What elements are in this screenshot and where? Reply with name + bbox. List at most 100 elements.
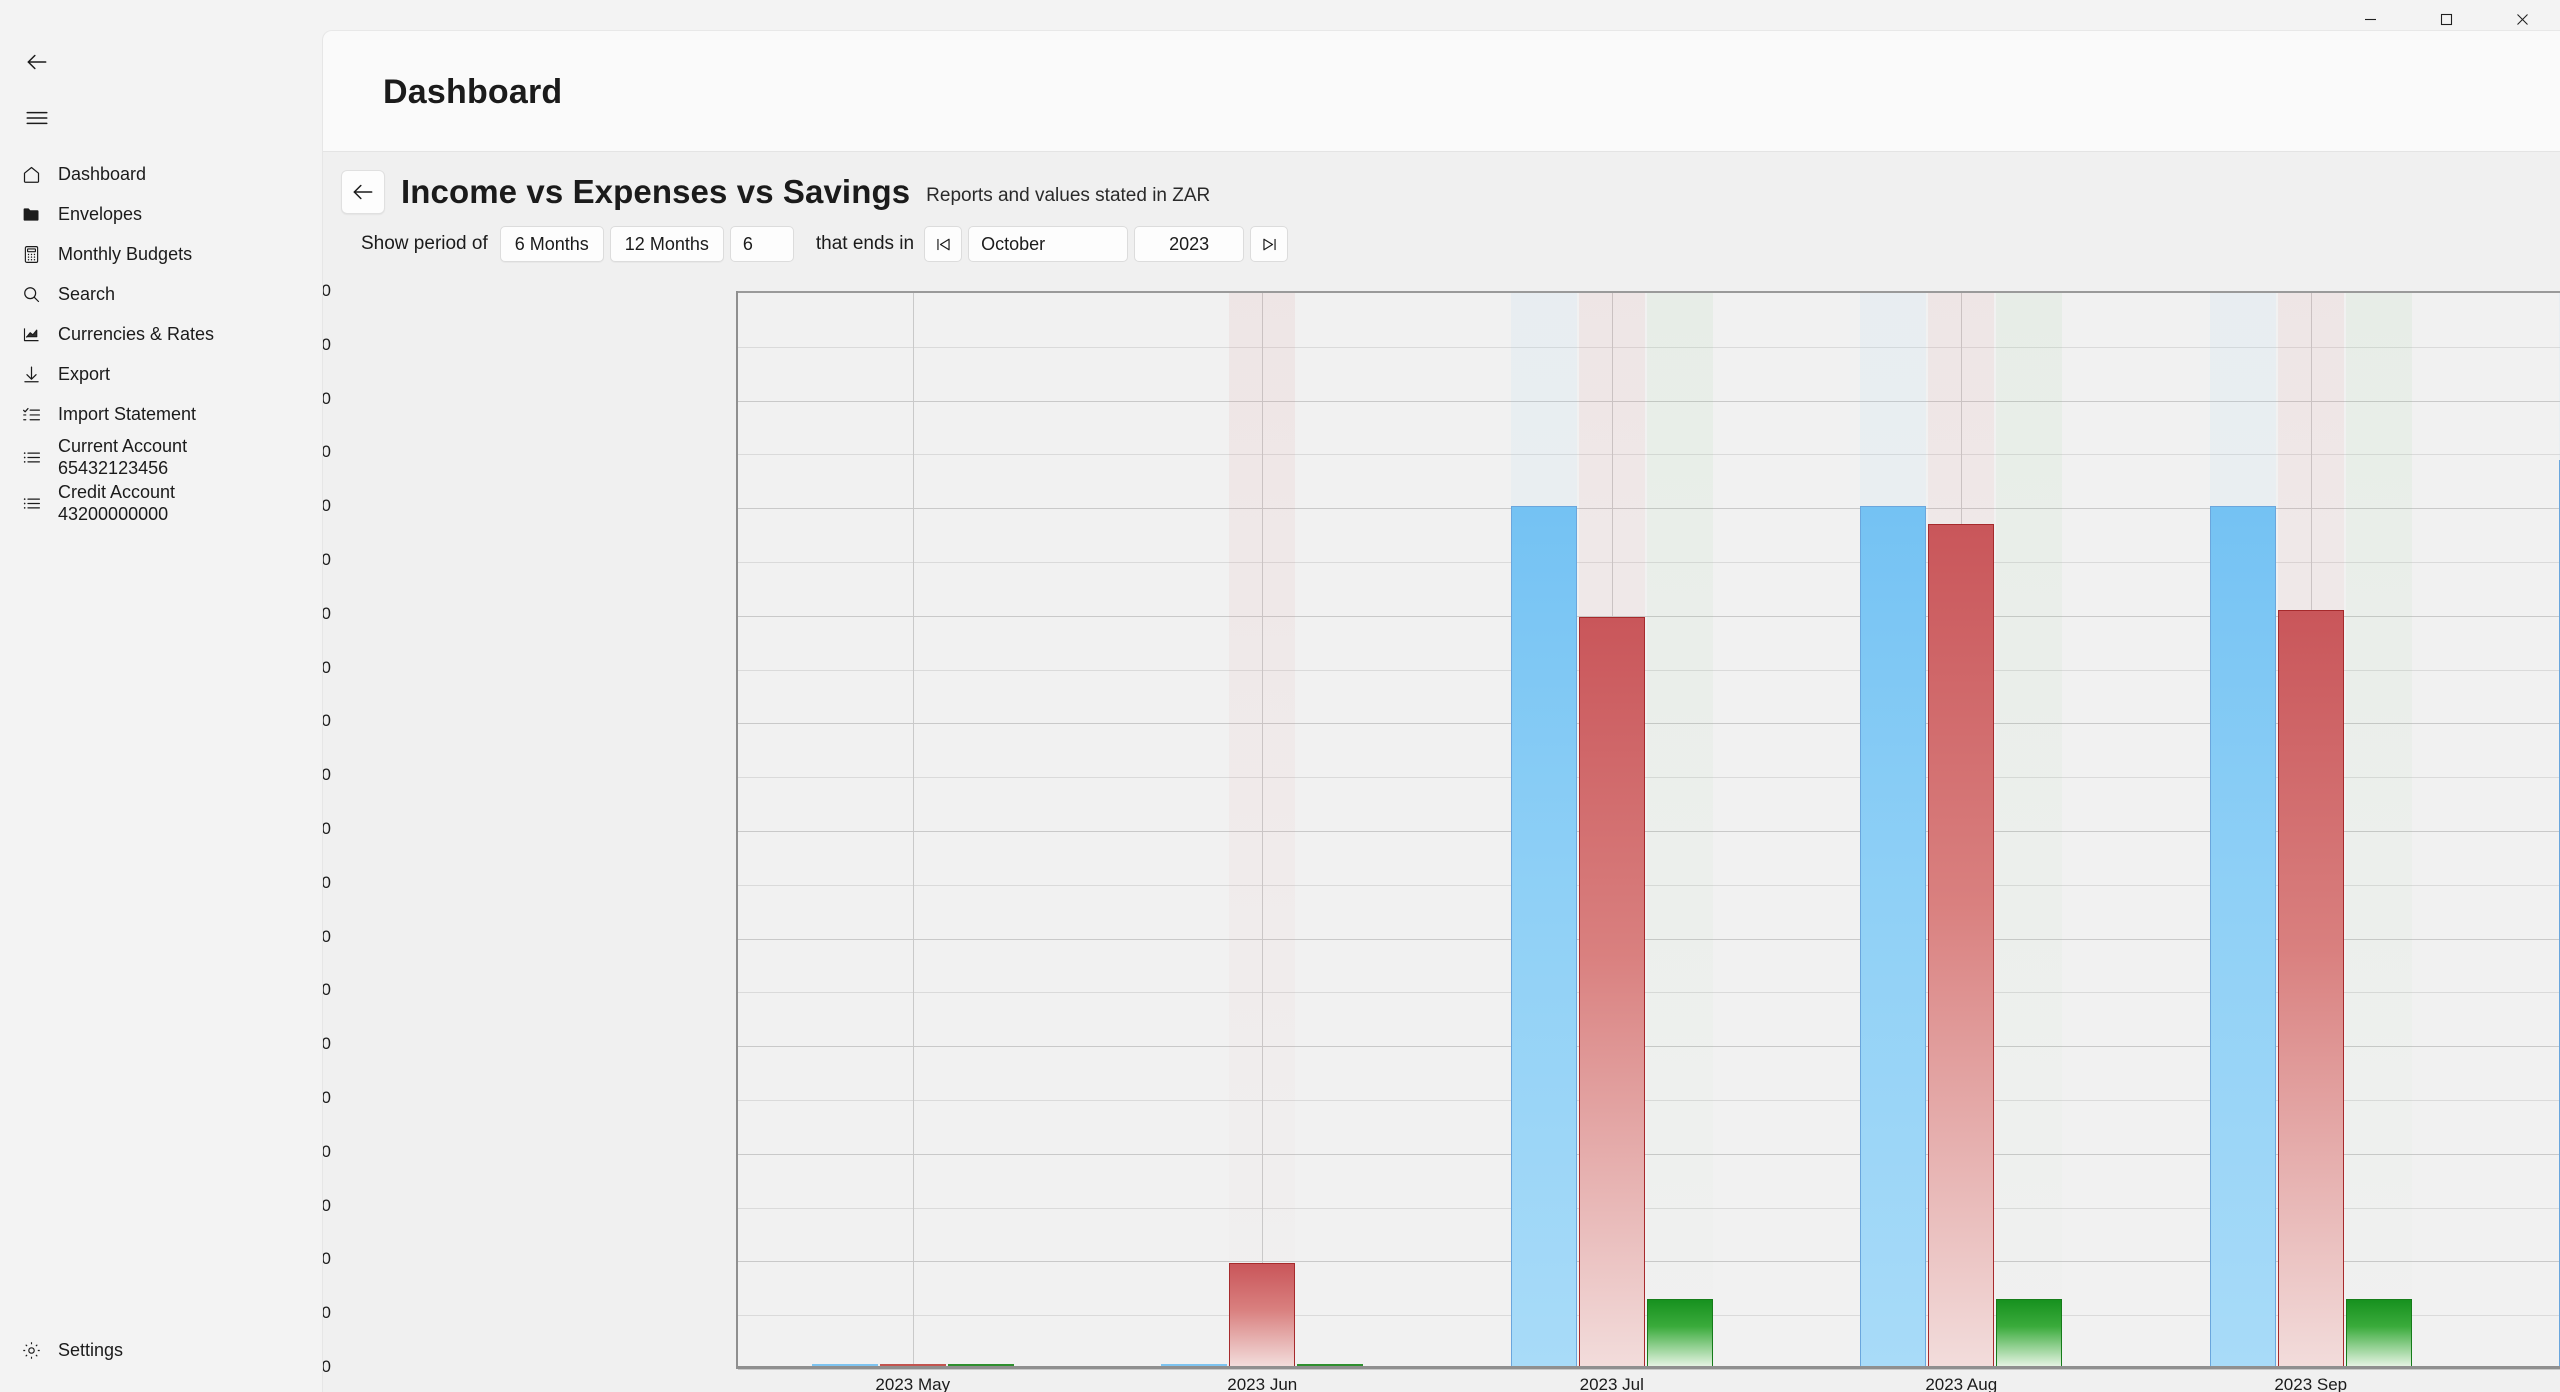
six-months-button[interactable]: 6 Months: [499, 226, 604, 262]
sidebar: Dashboard Envelopes Monthly Budgets Sear…: [0, 0, 322, 1392]
list-icon: [20, 492, 42, 514]
sidebar-item-label: Currencies & Rates: [58, 323, 215, 344]
sidebar-item-monthly-budgets[interactable]: Monthly Budgets: [6, 234, 312, 274]
bar-2023-jul-income[interactable]: [1510, 506, 1577, 1367]
sidebar-item-settings[interactable]: Settings: [6, 1330, 312, 1370]
twelve-months-button[interactable]: 12 Months: [609, 226, 724, 262]
y-axis-tick-label: 4 000.00: [322, 1249, 331, 1269]
bar-highlight-band: [1229, 293, 1296, 1367]
y-axis-tick-label: 26 000.00: [322, 657, 331, 677]
y-axis-tick-label: 28 000.00: [322, 603, 331, 623]
bar-2023-aug-expenses[interactable]: [1928, 523, 1995, 1367]
y-axis-tick-label: 12 000.00: [322, 1034, 331, 1054]
x-axis-line: [736, 1366, 2560, 1369]
year-input[interactable]: 2023: [1134, 226, 1245, 262]
bar-highlight-band: [1646, 293, 1713, 1367]
bar-2023-jun-expenses[interactable]: [1229, 1262, 1296, 1367]
gridline-vertical: [913, 293, 914, 1367]
y-axis-tick-label: 0.00: [322, 1357, 331, 1376]
checklist-icon: [20, 403, 42, 425]
sidebar-item-label: Search: [58, 283, 116, 304]
bar-2023-sep-income[interactable]: [2209, 506, 2276, 1367]
sidebar-back-button[interactable]: [6, 34, 68, 90]
bar-2023-aug-income[interactable]: [1860, 506, 1927, 1367]
y-axis-tick-label: 36 000.00: [322, 388, 331, 408]
y-axis-tick-label: 6 000.00: [322, 1195, 331, 1215]
bar-2023-sep-expenses[interactable]: [2277, 609, 2344, 1367]
bar-highlight-band: [2345, 293, 2412, 1367]
y-axis-tick-label: 18 000.00: [322, 872, 331, 892]
sidebar-account-text: Credit Account 43200000000: [58, 481, 175, 526]
bar-highlight-band: [1996, 293, 2063, 1367]
y-axis-tick-label: 34 000.00: [322, 442, 331, 462]
sidebar-item-credit-account[interactable]: Credit Account 43200000000: [6, 480, 312, 526]
bar-2023-sep-savings[interactable]: [2345, 1299, 2412, 1367]
sidebar-item-label: Envelopes: [58, 203, 143, 224]
sidebar-account-name: Current Account: [58, 435, 188, 456]
previous-period-button[interactable]: [924, 226, 963, 262]
y-axis-tick-label: 16 000.00: [322, 926, 331, 946]
period-label: Show period of: [361, 233, 488, 254]
x-axis-tick-label: 2023 Sep: [2274, 1375, 2348, 1392]
download-icon: [20, 363, 42, 385]
home-icon: [20, 163, 42, 185]
next-period-button[interactable]: [1250, 226, 1289, 262]
y-axis-tick-label: 20 000.00: [322, 819, 331, 838]
period-count-input[interactable]: 6: [729, 226, 794, 262]
x-axis-tick-label: 2023 Jun: [1227, 1375, 1298, 1392]
sidebar-account-name: Credit Account: [58, 481, 176, 502]
x-axis-tick-label: 2023 May: [875, 1375, 951, 1392]
sidebar-item-search[interactable]: Search: [6, 274, 312, 314]
chart-icon: [20, 323, 42, 345]
sidebar-item-envelopes[interactable]: Envelopes: [6, 194, 312, 234]
sidebar-item-label: Import Statement: [58, 403, 197, 424]
content-area: Dashboard Income vs Expenses vs Savings …: [322, 30, 2560, 1392]
report-back-button[interactable]: [341, 170, 385, 214]
sidebar-item-label: Settings: [58, 1339, 124, 1360]
chart-plot-area: [738, 291, 2560, 1370]
y-axis-tick-label: 2 000.00: [322, 1303, 331, 1323]
list-icon: [20, 446, 42, 468]
sidebar-account-number: 65432123456: [58, 458, 169, 478]
calculator-icon: [20, 243, 42, 265]
search-icon: [20, 283, 42, 305]
report-title: Income vs Expenses vs Savings: [401, 173, 911, 210]
bar-2023-jul-expenses[interactable]: [1578, 616, 1645, 1367]
gear-icon: [20, 1339, 42, 1361]
sidebar-item-label: Dashboard: [58, 163, 147, 184]
y-axis-tick-label: 8 000.00: [322, 1141, 331, 1161]
y-axis-tick-label: 14 000.00: [322, 980, 331, 1000]
sidebar-item-currencies-rates[interactable]: Currencies & Rates: [6, 314, 312, 354]
report-controls: Show period of 6 Months 12 Months 6 that…: [323, 214, 2560, 262]
sidebar-item-label: Monthly Budgets: [58, 243, 193, 264]
sidebar-item-import-statement[interactable]: Import Statement: [6, 394, 312, 434]
bar-2023-jul-savings[interactable]: [1646, 1298, 1713, 1367]
y-axis-tick-label: 10 000.00: [322, 1088, 331, 1107]
sidebar-item-dashboard[interactable]: Dashboard: [6, 154, 312, 194]
y-axis-tick-label: 30 000.00: [322, 550, 331, 569]
y-axis-tick-label: 22 000.00: [322, 765, 331, 785]
x-axis-tick-label: 2023 Aug: [1925, 1375, 1998, 1392]
month-input[interactable]: October: [968, 226, 1129, 262]
bar-2023-aug-savings[interactable]: [1996, 1298, 2063, 1367]
folder-icon: [20, 203, 42, 225]
y-axis-tick-label: 32 000.00: [322, 496, 331, 516]
sidebar-item-export[interactable]: Export: [6, 354, 312, 394]
y-axis-line: [736, 291, 738, 1369]
gridline-horizontal: [738, 1369, 2560, 1370]
chart-plot-inner: [738, 293, 2560, 1370]
y-axis-tick-label: 38 000.00: [322, 334, 331, 354]
sidebar-account-number: 43200000000: [58, 504, 169, 524]
sidebar-account-text: Current Account 65432123456: [58, 435, 187, 480]
x-axis-tick-label: 2023 Jul: [1579, 1375, 1644, 1392]
sidebar-item-current-account[interactable]: Current Account 65432123456: [6, 434, 312, 480]
page-title: Dashboard: [383, 73, 563, 111]
report-subtitle: Reports and values stated in ZAR: [926, 185, 1211, 206]
sidebar-menu-button[interactable]: [6, 90, 68, 146]
y-axis-tick-label: 24 000.00: [322, 711, 331, 731]
report-panel: Income vs Expenses vs Savings Reports an…: [323, 151, 2560, 1392]
ends-in-label: that ends in: [815, 233, 915, 254]
sidebar-settings-container: Settings: [0, 1330, 322, 1370]
sidebar-item-label: Export: [58, 363, 111, 384]
